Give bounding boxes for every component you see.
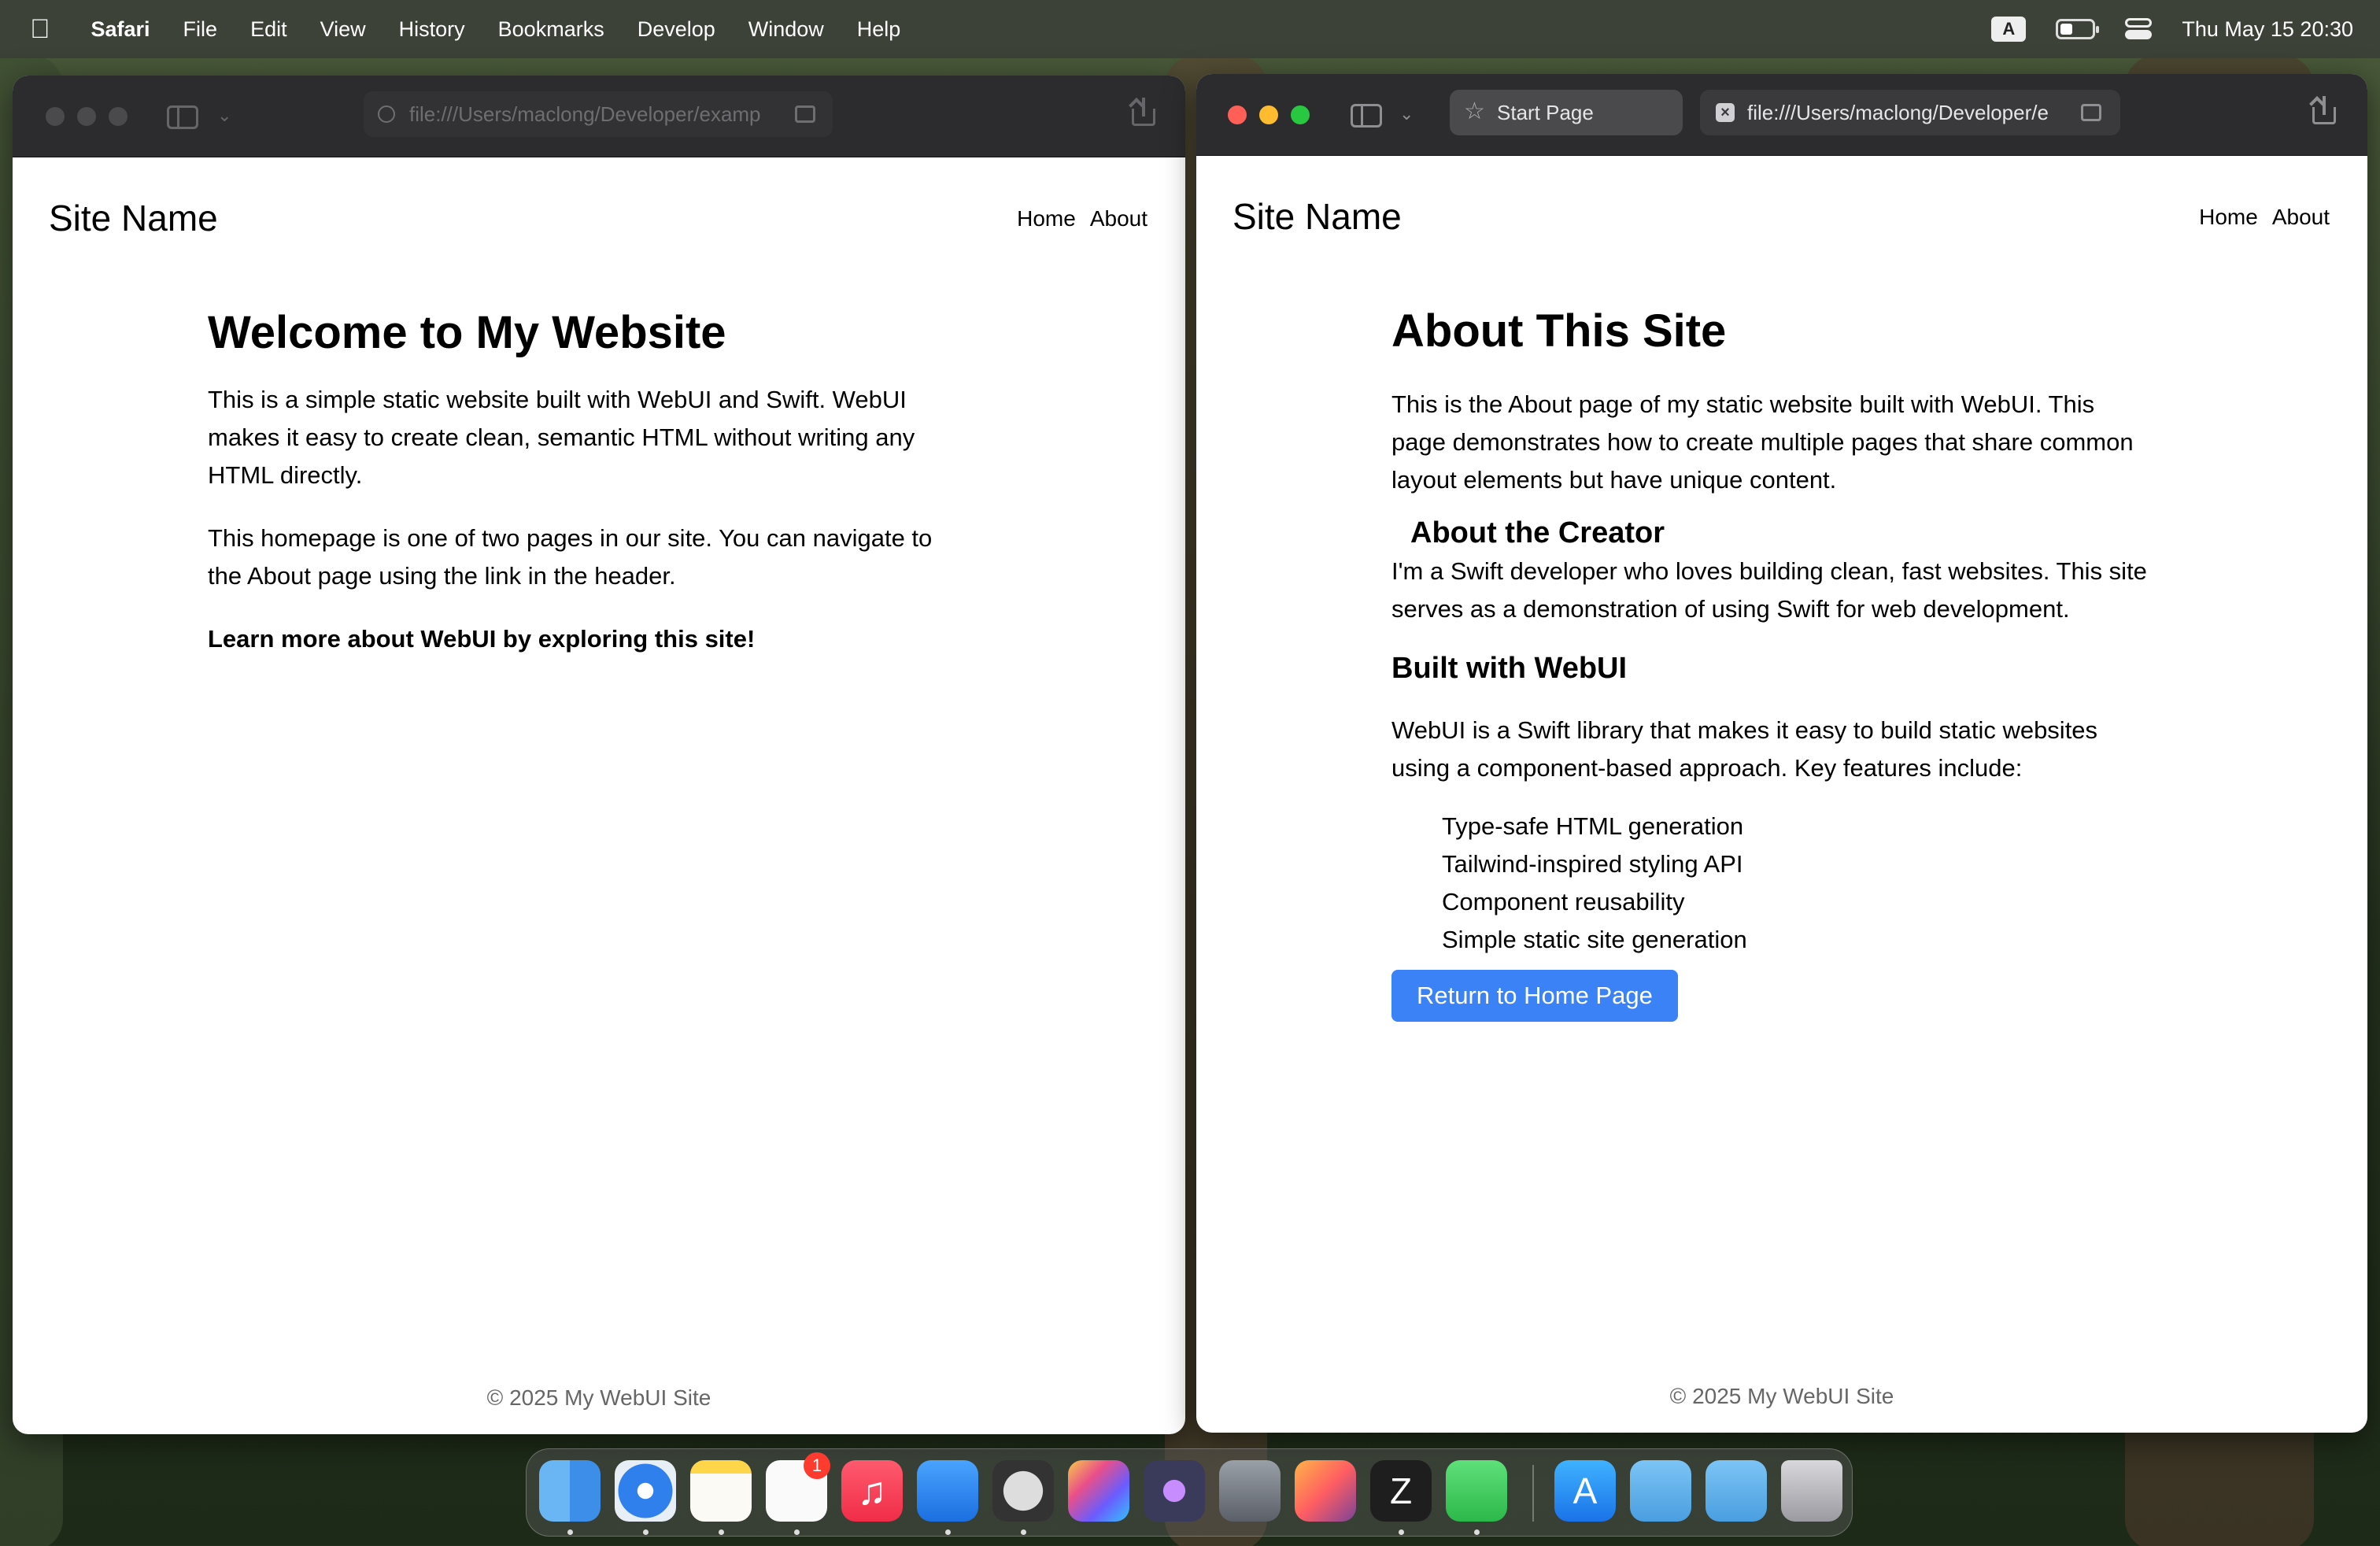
menu-help[interactable]: Help bbox=[857, 17, 901, 42]
final-cut-icon[interactable] bbox=[1068, 1460, 1129, 1522]
compressor-icon[interactable] bbox=[1219, 1460, 1281, 1522]
site-name[interactable]: Site Name bbox=[49, 197, 218, 239]
zed-icon[interactable]: Z bbox=[1370, 1460, 1432, 1522]
tab-start-page[interactable]: ☆ Start Page bbox=[1450, 90, 1683, 135]
list-item: Tailwind-inspired styling API bbox=[1442, 850, 1743, 878]
tab-label: Start Page bbox=[1497, 100, 1594, 124]
xcode-icon[interactable] bbox=[917, 1460, 978, 1522]
close-button[interactable] bbox=[1228, 105, 1247, 124]
pixelmator-icon[interactable] bbox=[1295, 1460, 1356, 1522]
notification-badge: 1 bbox=[804, 1452, 830, 1479]
nav-paragraph: This homepage is one of two pages in our… bbox=[208, 524, 933, 590]
facetime-icon[interactable] bbox=[1446, 1460, 1507, 1522]
nav-about-link[interactable]: About bbox=[1090, 206, 1148, 231]
page-heading: Welcome to My Website bbox=[208, 307, 726, 358]
menu-file[interactable]: File bbox=[183, 17, 218, 42]
sidebar-toggle-icon[interactable] bbox=[1351, 104, 1382, 128]
menu-history[interactable]: History bbox=[399, 17, 465, 42]
motion-icon[interactable] bbox=[1144, 1460, 1205, 1522]
battery-level bbox=[2060, 24, 2073, 35]
main-content: About This Site This is the About page o… bbox=[1391, 304, 2147, 1022]
list-item: Simple static site generation bbox=[1442, 926, 1747, 953]
creator-paragraph: I'm a Swift developer who loves building… bbox=[1391, 557, 2147, 623]
close-button[interactable] bbox=[46, 107, 65, 126]
menubar-clock[interactable]: Thu May 15 20:30 bbox=[2182, 17, 2353, 42]
zoom-button[interactable] bbox=[109, 107, 128, 126]
menu-app-name[interactable]: Safari bbox=[91, 17, 150, 42]
menu-bar:  Safari File Edit View History Bookmark… bbox=[0, 0, 2380, 58]
reader-icon[interactable] bbox=[795, 105, 815, 123]
menu-window[interactable]: Window bbox=[748, 17, 824, 42]
menu-edit[interactable]: Edit bbox=[250, 17, 287, 42]
app-store-icon[interactable]: A bbox=[1554, 1460, 1616, 1522]
creator-heading: About the Creator bbox=[1410, 516, 1665, 549]
dock: 1 ♫ Z A bbox=[526, 1448, 1853, 1537]
list-item: Component reusability bbox=[1442, 888, 1685, 915]
left-safari-window: ⌄ file:///Users/maclong/Developer/examp … bbox=[13, 76, 1185, 1434]
tab-active-url[interactable]: × file:///Users/maclong/Developer/e bbox=[1700, 90, 2120, 135]
address-text: file:///Users/maclong/Developer/e bbox=[1747, 100, 2049, 124]
instruments-icon[interactable] bbox=[992, 1460, 1054, 1522]
return-home-button[interactable]: Return to Home Page bbox=[1391, 970, 1678, 1022]
finder-icon[interactable] bbox=[539, 1460, 601, 1522]
site-name[interactable]: Site Name bbox=[1232, 195, 1402, 238]
page-footer: © 2025 My WebUI Site bbox=[1669, 1384, 1894, 1408]
downloads-folder-icon[interactable] bbox=[1706, 1460, 1767, 1522]
features-list: Type-safe HTML generation Tailwind-inspi… bbox=[1442, 808, 2147, 959]
safari-icon[interactable] bbox=[615, 1460, 676, 1522]
trash-icon[interactable] bbox=[1781, 1460, 1842, 1522]
battery-icon[interactable] bbox=[2056, 19, 2100, 39]
star-icon: ☆ bbox=[1464, 98, 1485, 124]
right-safari-window: ⌄ ☆ Start Page × file:///Users/maclong/D… bbox=[1196, 74, 2367, 1433]
input-source-icon[interactable]: A bbox=[1991, 17, 2027, 42]
nav-about-link[interactable]: About bbox=[2272, 205, 2330, 230]
site-nav: Home About bbox=[2199, 205, 2330, 230]
menu-view[interactable]: View bbox=[320, 17, 366, 42]
zoom-button[interactable] bbox=[1291, 105, 1310, 124]
dock-separator bbox=[1532, 1465, 1534, 1522]
toolbar: ⌄ file:///Users/maclong/Developer/examp bbox=[13, 76, 1185, 157]
page-footer: © 2025 My WebUI Site bbox=[486, 1385, 711, 1410]
site-nav: Home About bbox=[1017, 206, 1148, 231]
chevron-down-icon[interactable]: ⌄ bbox=[217, 105, 231, 126]
minimize-button[interactable] bbox=[1259, 105, 1278, 124]
cta-text: Learn more about WebUI by exploring this… bbox=[208, 625, 756, 653]
built-paragraph: WebUI is a Swift library that makes it e… bbox=[1391, 716, 2098, 782]
nav-home-link[interactable]: Home bbox=[2199, 205, 2258, 230]
webpage: Site Name Home About Welcome to My Websi… bbox=[13, 157, 1185, 1434]
tab-close-icon[interactable]: × bbox=[1716, 103, 1735, 122]
music-icon[interactable]: ♫ bbox=[841, 1460, 903, 1522]
compass-icon bbox=[378, 105, 395, 123]
toolbar: ⌄ ☆ Start Page × file:///Users/maclong/D… bbox=[1196, 74, 2367, 156]
list-item: Type-safe HTML generation bbox=[1442, 812, 1744, 840]
minimize-button[interactable] bbox=[77, 107, 96, 126]
reader-icon[interactable] bbox=[2081, 104, 2101, 121]
share-icon[interactable] bbox=[1132, 98, 1155, 126]
address-bar[interactable]: file:///Users/maclong/Developer/examp bbox=[364, 91, 833, 137]
apple-menu-icon[interactable]:  bbox=[30, 14, 50, 45]
main-content: Welcome to My Website This is a simple s… bbox=[208, 305, 955, 658]
webpage: Site Name Home About About This Site Thi… bbox=[1196, 156, 2367, 1433]
menu-bookmarks[interactable]: Bookmarks bbox=[498, 17, 604, 42]
chevron-down-icon[interactable]: ⌄ bbox=[1399, 104, 1414, 124]
menu-develop[interactable]: Develop bbox=[638, 17, 715, 42]
folder-icon[interactable] bbox=[1630, 1460, 1691, 1522]
share-icon[interactable] bbox=[2312, 96, 2336, 124]
page-heading: About This Site bbox=[1391, 305, 1727, 357]
nav-home-link[interactable]: Home bbox=[1017, 206, 1076, 231]
notes-icon[interactable] bbox=[690, 1460, 752, 1522]
control-center-icon[interactable] bbox=[2125, 17, 2153, 41]
sidebar-toggle-icon[interactable] bbox=[167, 105, 198, 129]
intro-paragraph: This is the About page of my static webs… bbox=[1391, 390, 2134, 494]
address-text: file:///Users/maclong/Developer/examp bbox=[409, 102, 761, 126]
built-heading: Built with WebUI bbox=[1391, 652, 1628, 685]
intro-paragraph: This is a simple static website built wi… bbox=[208, 386, 915, 489]
